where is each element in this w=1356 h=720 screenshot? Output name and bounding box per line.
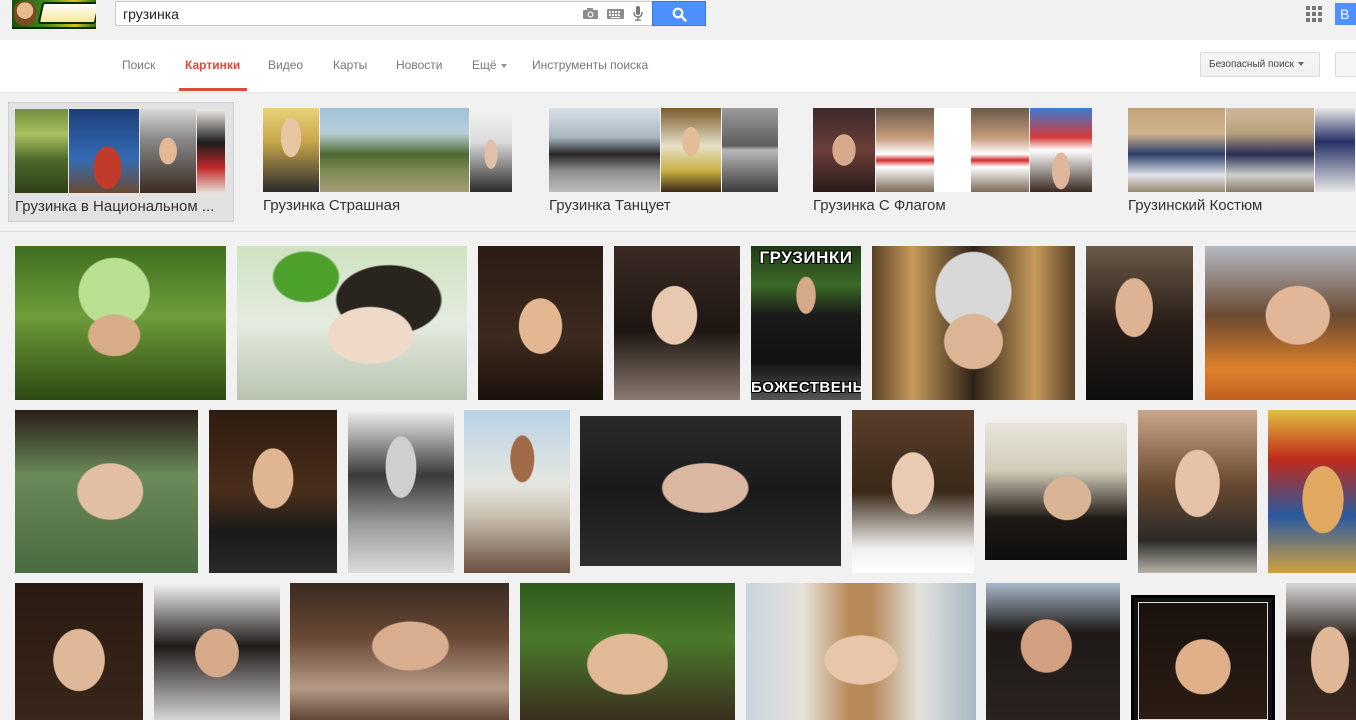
search-button[interactable] [652,1,706,26]
related-search-card[interactable]: Грузинский Костюм [1122,102,1356,222]
image-result[interactable] [852,410,974,573]
safe-search-label: Безопасный поиск [1209,59,1294,70]
related-thumbnail [263,108,319,192]
meme-caption-bottom: БОЖЕСТВЕНЫ [751,379,861,396]
nav-tab-label: Поиск [122,58,156,72]
nav-tab-label: Инструменты поиска [532,58,649,72]
logo-face-image [14,1,36,25]
related-thumbnails [15,109,225,193]
nav-tab-label: Карты [333,58,368,72]
meme-caption-top: ГРУЗИНКИ [759,248,853,267]
related-thumbnail [197,109,225,193]
image-result[interactable] [464,410,570,573]
related-thumbnail [15,109,68,193]
account-button[interactable]: В [1335,3,1356,25]
image-result[interactable] [154,583,280,720]
image-results-grid: ГРУЗИНКИ БОЖЕСТВЕНЫ [0,232,1356,720]
related-thumbnail [140,109,196,193]
image-result[interactable] [15,583,143,720]
nav-tab-0[interactable]: Поиск [122,58,155,72]
image-result-inner [1138,602,1268,720]
related-search-card[interactable]: Грузинка Страшная [257,102,517,222]
related-search-label: Грузинский Костюм [1128,197,1263,214]
image-result[interactable] [1138,410,1257,573]
safe-search-button[interactable]: Безопасный поиск [1200,52,1320,77]
nav-tab-3[interactable]: Карты [333,58,367,72]
related-thumbnail [722,108,778,192]
related-search-label: Грузинка С Флагом [813,197,946,214]
related-thumbnail [1315,108,1355,192]
nav-tab-5[interactable]: Ещё [472,58,507,72]
nav-tab-label: Новости [396,58,443,72]
image-result[interactable] [1086,246,1193,400]
active-tab-underline [179,88,247,91]
image-result[interactable] [520,583,735,720]
related-thumbnails [549,108,778,192]
chevron-down-icon [500,63,507,68]
image-result[interactable] [15,246,226,400]
related-search-label: Грузинка в Национальном ... [15,198,215,215]
nav-tab-label: Ещё [472,58,497,72]
magnifier-icon [672,7,687,22]
image-result[interactable] [986,583,1120,720]
related-thumbnail [813,108,875,192]
image-result[interactable] [209,410,337,573]
related-search-label: Грузинка Танцует [549,197,671,214]
related-searches-strip: Грузинка в Национальном ... Грузинка Стр… [0,93,1356,232]
image-result[interactable] [478,246,603,400]
related-search-card[interactable]: Грузинка в Национальном ... [8,102,234,222]
image-result[interactable] [614,246,740,400]
doodle-logo[interactable] [12,0,96,29]
image-result[interactable] [290,583,509,720]
keyboard-icon[interactable] [607,9,624,19]
camera-icon[interactable] [583,8,598,19]
image-result[interactable] [1131,595,1275,720]
nav-tab-label: Видео [268,58,304,72]
image-result[interactable] [1286,583,1356,720]
related-thumbnails [1128,108,1355,192]
related-thumbnail [1128,108,1225,192]
image-result[interactable] [1268,410,1356,573]
related-search-card[interactable]: Грузинка С Флагом [807,102,1097,222]
related-thumbnail [470,108,512,192]
top-bar: В [0,0,1356,40]
image-result[interactable] [580,416,841,566]
microphone-icon[interactable] [633,6,643,21]
image-result[interactable] [746,583,976,720]
related-thumbnail [69,109,139,193]
image-result[interactable] [872,246,1075,400]
nav-tab-2[interactable]: Видео [268,58,303,72]
related-thumbnail [1226,108,1314,192]
chevron-down-icon [1297,62,1304,67]
apps-grid-icon[interactable] [1306,6,1322,22]
image-result[interactable]: ГРУЗИНКИ БОЖЕСТВЕНЫ [751,246,861,400]
image-result[interactable] [1205,246,1356,400]
search-nav: Поиск Картинки Видео Карты Новости Ещё Инструм… [0,40,1356,93]
nav-tab-1[interactable]: Картинки [185,58,240,72]
image-result[interactable] [985,423,1127,560]
nav-tab-4[interactable]: Новости [396,58,442,72]
logo-wordmark-image [37,2,96,24]
related-search-card[interactable]: Грузинка Танцует [543,102,783,222]
nav-tab-6[interactable]: Инструменты поиска [532,58,648,72]
related-thumbnail [549,108,660,192]
related-thumbnail [876,108,1029,192]
image-result[interactable] [237,246,467,400]
related-thumbnail [661,108,721,192]
related-thumbnail [1030,108,1092,192]
image-result[interactable] [15,410,198,573]
nav-tab-label: Картинки [185,58,241,72]
related-thumbnails [813,108,1092,192]
related-thumbnails [263,108,512,192]
image-result[interactable] [348,410,454,573]
related-thumbnail [320,108,469,192]
search-input[interactable] [123,5,563,23]
settings-button[interactable] [1335,52,1356,77]
related-search-label: Грузинка Страшная [263,197,401,214]
search-box [115,1,652,26]
